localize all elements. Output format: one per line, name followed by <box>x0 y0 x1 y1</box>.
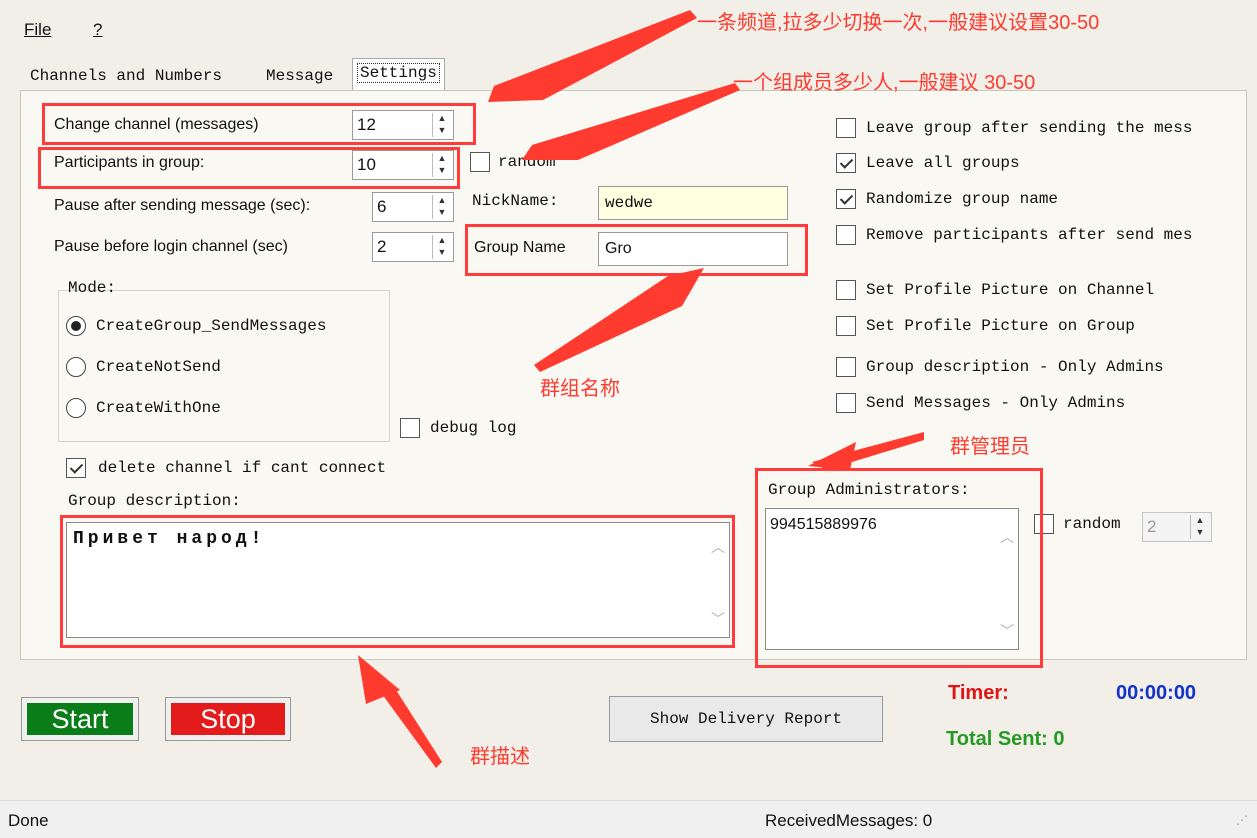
annotation-group-desc: 群描述 <box>470 746 530 768</box>
arrow-channel-icon <box>488 10 697 102</box>
annotation-group-name: 群组名称 <box>540 378 620 400</box>
annotation-channel-switch: 一条频道,拉多少切换一次,一般建议设置30-50 <box>697 12 1100 34</box>
arrow-admin-head-icon <box>808 442 856 470</box>
arrow-members-icon <box>522 83 740 160</box>
annotation-arrows <box>358 10 924 768</box>
annotation-group-admin: 群管理员 <box>950 436 1030 458</box>
annotation-group-members: 一个组成员多少人,一般建议 30-50 <box>733 72 1036 94</box>
arrow-group-name-icon <box>534 268 704 372</box>
